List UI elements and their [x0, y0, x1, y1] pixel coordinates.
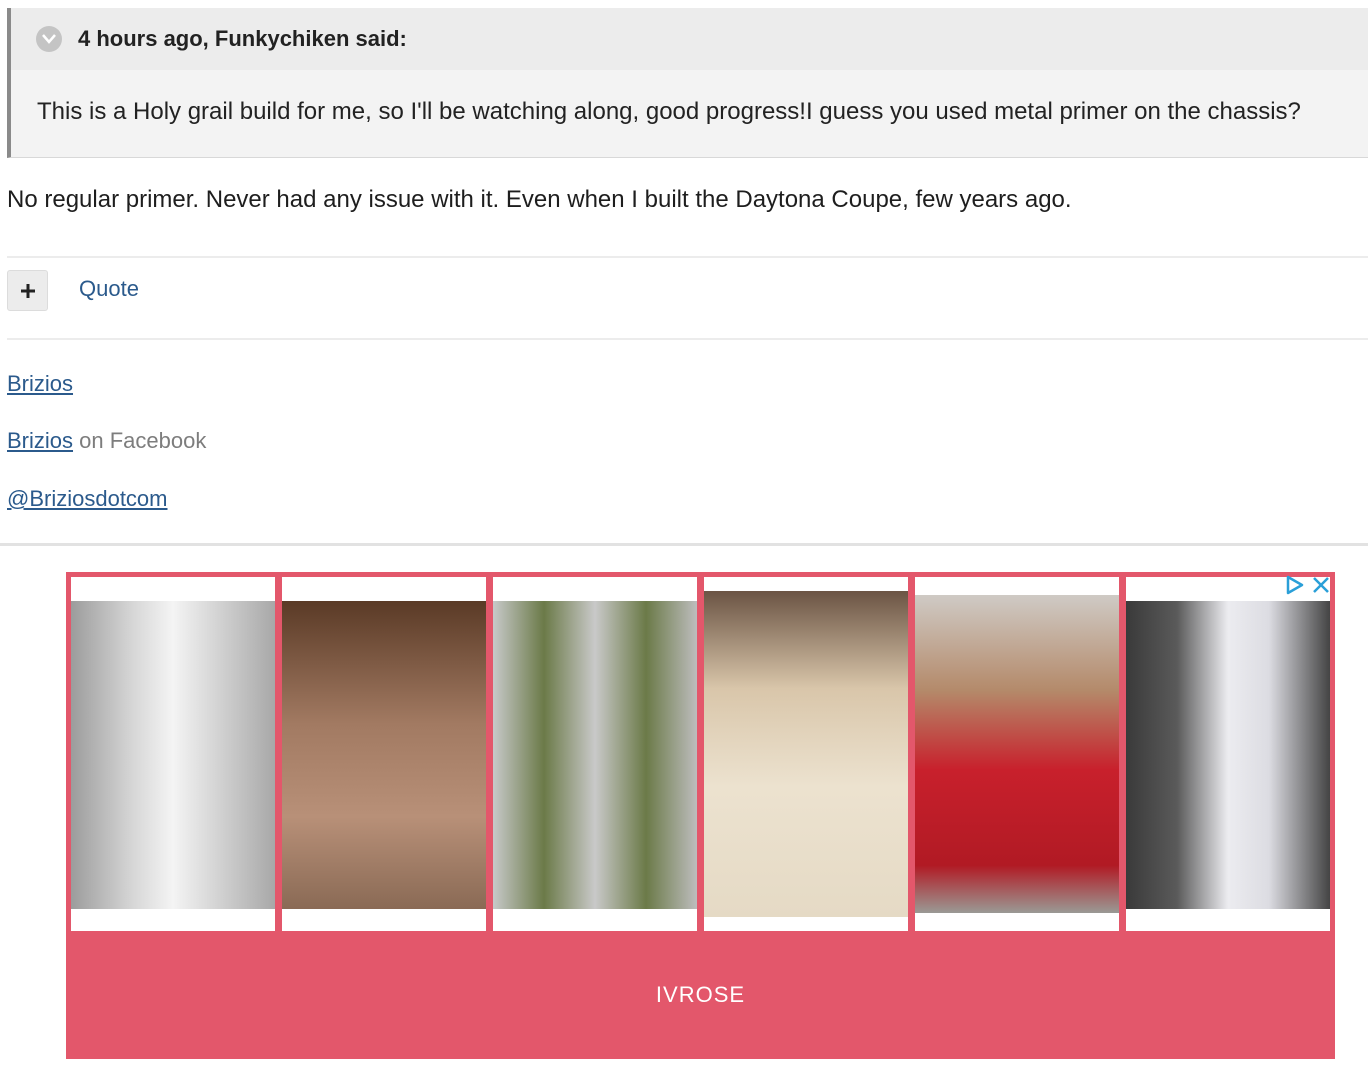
signature-line-2: Brizios on Facebook — [7, 428, 206, 454]
collapse-quote-icon[interactable] — [36, 26, 62, 52]
signature-link-twitter[interactable]: @Briziosdotcom — [7, 486, 168, 511]
red-backless-dress-photo — [915, 595, 1119, 913]
ad-product-tile[interactable] — [71, 577, 275, 931]
add-reaction-button[interactable] — [7, 270, 48, 311]
white-tracksuit-photo — [1126, 601, 1330, 909]
post-body: No regular primer. Never had any issue w… — [7, 186, 1072, 213]
quote-citation: 4 hours ago, Funkychiken said: — [78, 26, 407, 51]
signature-line-3: @Briziosdotcom — [7, 486, 168, 512]
divider — [7, 256, 1368, 258]
close-ad-icon[interactable] — [1311, 575, 1331, 600]
adchoices-icon[interactable] — [1285, 575, 1305, 600]
ad-brand-logo: IVROSE — [655, 982, 746, 1007]
signature-link-brizios-facebook[interactable]: Brizios — [7, 428, 73, 453]
white-blazer-dress-photo — [71, 601, 275, 909]
advertisement-banner[interactable]: IVROSE — [66, 572, 1335, 1059]
ad-product-grid — [71, 577, 1330, 931]
sequin-slip-dress-photo — [282, 601, 486, 909]
quote-body: This is a Holy grail build for me, so I'… — [37, 98, 1301, 125]
ad-product-tile[interactable] — [282, 577, 486, 931]
signature-link-brizios[interactable]: Brizios — [7, 371, 73, 396]
quote-button[interactable]: Quote — [79, 276, 139, 302]
divider — [7, 338, 1368, 340]
ad-product-tile[interactable] — [493, 577, 697, 931]
plus-icon — [20, 283, 35, 298]
olive-shirt-dress-photo — [493, 601, 697, 909]
ad-product-tile[interactable] — [704, 577, 908, 931]
lace-romper-photo — [704, 591, 908, 917]
ad-controls — [1285, 575, 1331, 600]
signature-line-1: Brizios — [7, 371, 73, 397]
section-separator — [0, 543, 1368, 546]
ad-product-tile[interactable] — [915, 577, 1119, 931]
signature-facebook-text: on Facebook — [79, 428, 207, 453]
quote-header: 4 hours ago, Funkychiken said: — [11, 8, 1368, 70]
quote-block: 4 hours ago, Funkychiken said: This is a… — [7, 8, 1368, 158]
ad-product-tile[interactable] — [1126, 577, 1330, 931]
